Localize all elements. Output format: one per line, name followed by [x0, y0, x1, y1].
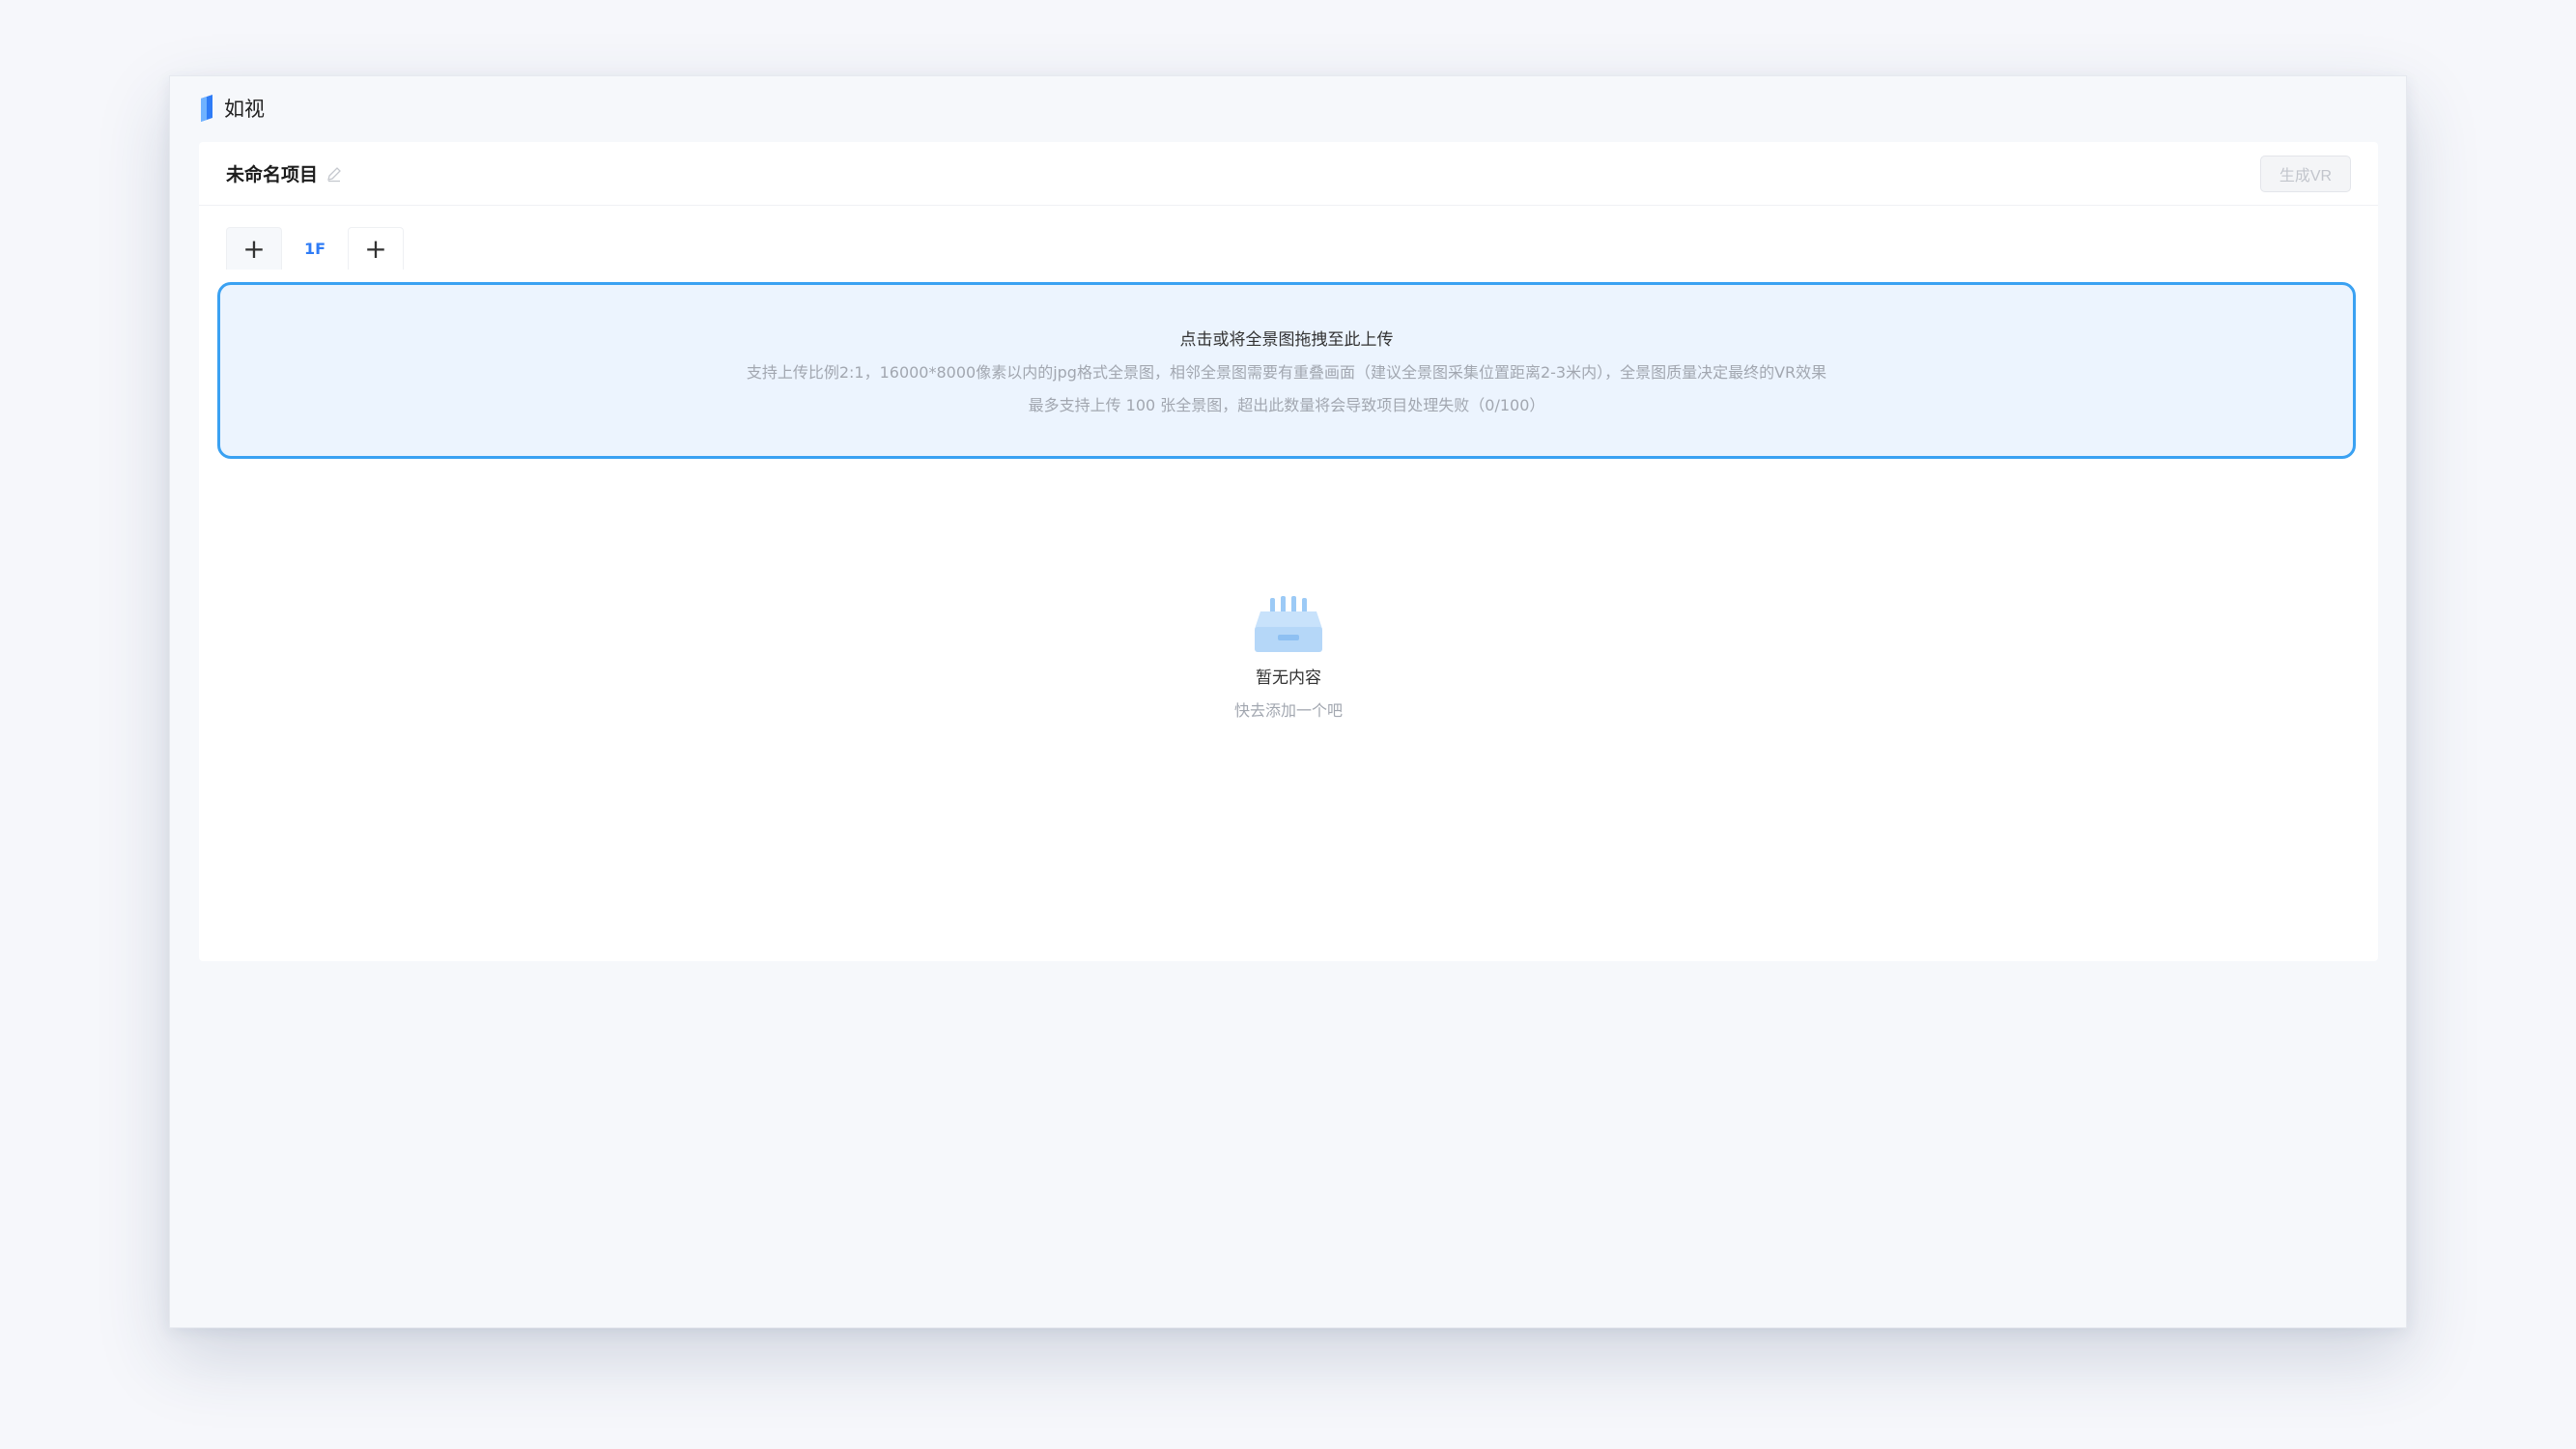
floor-tabs: + 1F +: [226, 227, 404, 270]
upload-dropzone[interactable]: 点击或将全景图拖拽至此上传 支持上传比例2:1，16000*8000像素以内的j…: [217, 282, 2356, 459]
project-header: 未命名项目 生成VR: [199, 142, 2378, 206]
project-card: 未命名项目 生成VR + 1F + 点击或将全景图拖拽至此上传 支持上传比例2:…: [199, 142, 2378, 961]
empty-state: 暂无内容 快去添加一个吧: [199, 596, 2378, 721]
brand: 如视: [197, 92, 265, 125]
project-title-wrap: 未命名项目: [226, 160, 343, 186]
empty-subtitle: 快去添加一个吧: [1233, 701, 1343, 720]
brand-name: 如视: [224, 98, 265, 121]
upload-title: 点击或将全景图拖拽至此上传: [1179, 330, 1394, 350]
upload-hint-limit: 最多支持上传 100 张全景图，超出此数量将会导致项目处理失败（0/100）: [1028, 396, 1545, 414]
app-window: 如视 未命名项目 生成VR + 1F + 点击或将全景图拖拽至此上传 支持上传比…: [169, 75, 2407, 1328]
brand-logo-icon: [201, 95, 212, 122]
add-floor-before-tab[interactable]: +: [226, 227, 282, 270]
upload-hint-requirements: 支持上传比例2:1，16000*8000像素以内的jpg格式全景图，相邻全景图需…: [746, 363, 1827, 382]
edit-icon[interactable]: [326, 165, 343, 183]
empty-box-icon: [1255, 596, 1322, 652]
project-title: 未命名项目: [226, 164, 319, 185]
tab-1f[interactable]: 1F: [286, 227, 344, 270]
generate-vr-button[interactable]: 生成VR: [2260, 155, 2351, 192]
add-floor-after-tab[interactable]: +: [348, 227, 404, 270]
empty-title: 暂无内容: [1256, 668, 1321, 688]
